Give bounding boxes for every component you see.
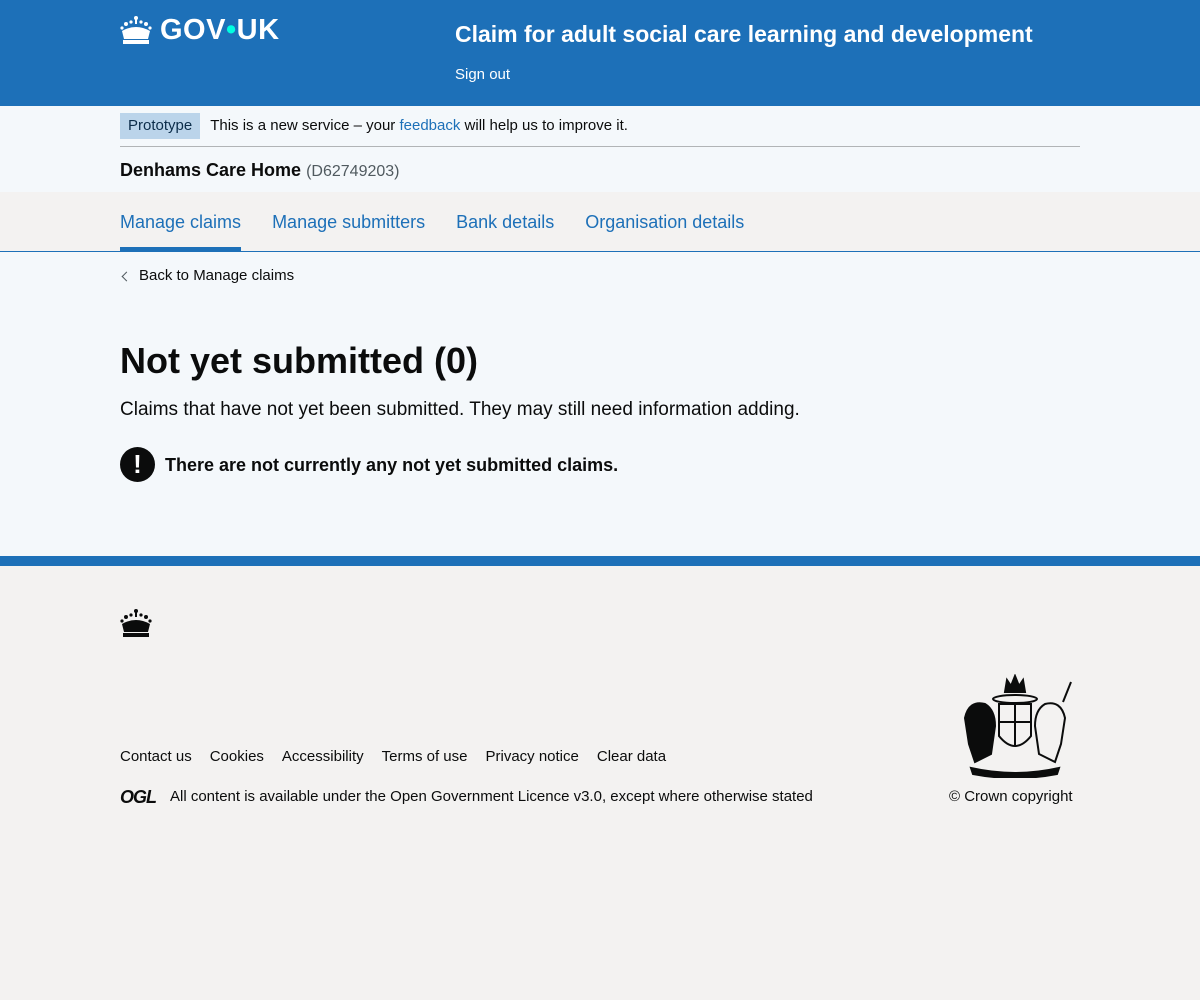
page-description: Claims that have not yet been submitted.… — [120, 399, 800, 420]
licence-link[interactable]: Open Government Licence v3.0 — [390, 786, 602, 808]
crown-copyright-link[interactable]: © Crown copyright — [949, 788, 1073, 805]
crown-icon — [120, 15, 152, 45]
warning-message: There are not currently any not yet subm… — [165, 454, 619, 475]
service-name[interactable]: Claim for adult social care learning and… — [455, 18, 1033, 50]
back-link-container: Back to Manage claims — [120, 265, 294, 287]
phase-banner-text: This is a new service – your feedback wi… — [210, 117, 628, 134]
organisation-heading: Denhams Care Home (D62749203) — [120, 157, 400, 185]
warning-text-block: ! There are not currently any not yet su… — [120, 447, 618, 482]
phase-tag: Prototype — [120, 113, 201, 139]
footer-link-accessibility[interactable]: Accessibility — [282, 746, 364, 768]
warning-icon: ! — [120, 447, 155, 482]
back-link[interactable]: Back to Manage claims — [139, 265, 294, 287]
tab-bank-details[interactable]: Bank details — [456, 192, 554, 251]
royal-crest — [955, 673, 1075, 783]
tab-organisation-details[interactable]: Organisation details — [585, 192, 744, 251]
footer-link-privacy-notice[interactable]: Privacy notice — [485, 746, 578, 768]
crown-copyright: © Crown copyright — [949, 786, 1073, 808]
organisation-code: (D62749203) — [306, 163, 400, 180]
licence-statement: OGL All content is available under the O… — [120, 786, 813, 808]
feedback-link[interactable]: feedback — [399, 117, 460, 134]
tab-manage-claims[interactable]: Manage claims — [120, 192, 242, 251]
footer-link-terms-of-use[interactable]: Terms of use — [382, 746, 468, 768]
site-header: GOV•UK Claim for adult social care learn… — [0, 0, 1200, 106]
organisation-name: Denhams Care Home — [120, 160, 302, 180]
govuk-logo-link[interactable]: GOV•UK — [120, 12, 280, 48]
primary-navigation: Manage claims Manage submitters Bank det… — [0, 192, 1200, 252]
sign-out-link[interactable]: Sign out — [455, 64, 510, 86]
phase-banner: Prototype This is a new service – your f… — [120, 113, 1080, 147]
footer-link-clear-data[interactable]: Clear data — [597, 746, 666, 768]
site-footer: Contact us Cookies Accessibility Terms o… — [0, 556, 1200, 1000]
govuk-logo-text: GOV•UK — [160, 14, 280, 46]
crown-icon — [120, 608, 152, 643]
chevron-left-icon — [121, 271, 132, 281]
footer-link-cookies[interactable]: Cookies — [210, 746, 264, 768]
tab-manage-submitters[interactable]: Manage submitters — [272, 192, 425, 251]
ogl-logo: OGL — [120, 787, 157, 807]
footer-links: Contact us Cookies Accessibility Terms o… — [120, 746, 684, 768]
footer-link-contact-us[interactable]: Contact us — [120, 746, 192, 768]
page-title: Not yet submitted (0) — [120, 340, 479, 381]
